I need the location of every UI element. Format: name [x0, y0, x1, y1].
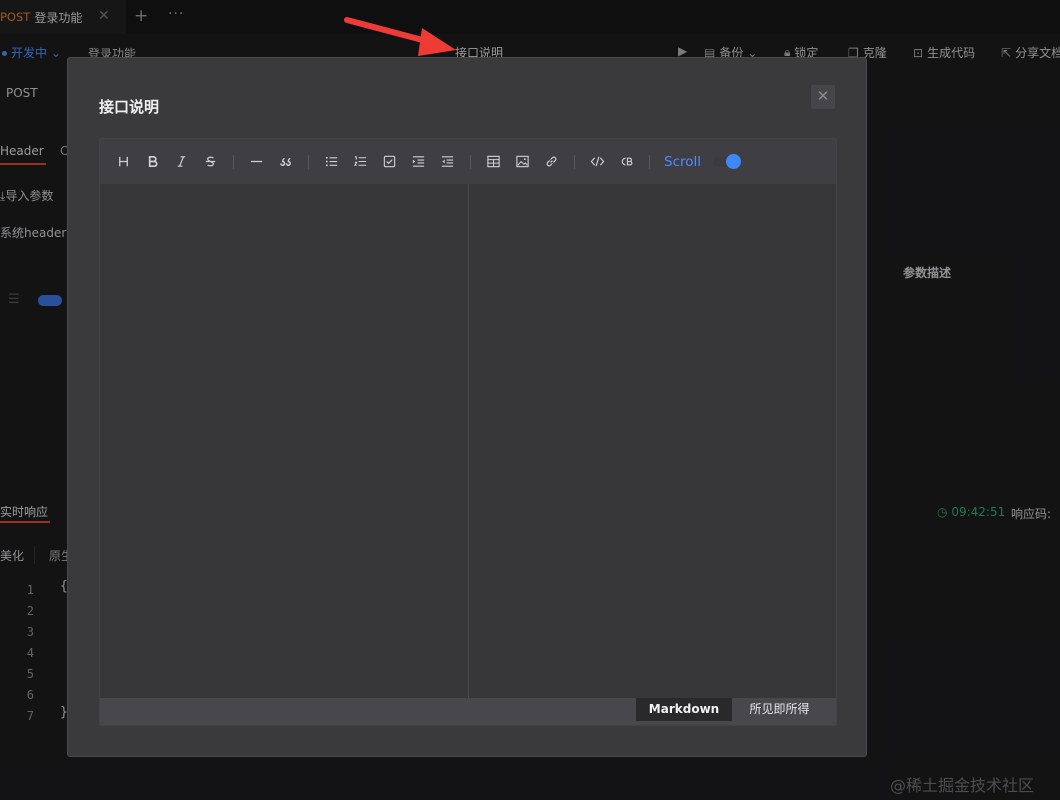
- heading-icon[interactable]: [109, 148, 138, 176]
- hr-icon[interactable]: [242, 148, 271, 176]
- mode-wysiwyg-tab[interactable]: 所见即所得: [732, 698, 827, 721]
- dialog-title: 接口说明: [99, 98, 160, 116]
- toolbar-divider: [574, 154, 575, 169]
- code-block-icon[interactable]: [612, 148, 641, 176]
- api-doc-dialog: 接口说明 ✕ Scroll Markdown 所见即所得: [67, 57, 867, 757]
- annotation-arrow: [344, 17, 456, 56]
- toolbar-divider: [470, 154, 471, 169]
- ordered-list-icon[interactable]: [346, 148, 375, 176]
- toolbar-divider: [233, 154, 234, 169]
- table-icon[interactable]: [479, 148, 508, 176]
- close-icon: ✕: [816, 87, 830, 105]
- quote-icon[interactable]: [271, 148, 300, 176]
- mode-markdown-tab[interactable]: Markdown: [636, 698, 732, 721]
- link-icon[interactable]: [537, 148, 566, 176]
- markdown-input-pane[interactable]: [100, 184, 469, 698]
- preview-pane: [470, 184, 836, 698]
- code-icon[interactable]: [583, 148, 612, 176]
- indent-icon[interactable]: [404, 148, 433, 176]
- toggle-knob: [726, 153, 742, 169]
- strikethrough-icon[interactable]: [196, 148, 225, 176]
- close-button[interactable]: ✕: [811, 85, 835, 109]
- scroll-sync-toggle[interactable]: [713, 153, 742, 170]
- italic-icon[interactable]: [167, 148, 196, 176]
- editor-toolbar: Scroll: [100, 139, 836, 184]
- unordered-list-icon[interactable]: [317, 148, 346, 176]
- scroll-sync-label: Scroll: [664, 153, 702, 170]
- outdent-icon[interactable]: [433, 148, 462, 176]
- markdown-editor: Scroll Markdown 所见即所得: [99, 138, 837, 726]
- toolbar-divider: [649, 154, 650, 169]
- task-list-icon[interactable]: [375, 148, 404, 176]
- bold-icon[interactable]: [138, 148, 167, 176]
- image-icon[interactable]: [508, 148, 537, 176]
- toolbar-divider: [308, 154, 309, 169]
